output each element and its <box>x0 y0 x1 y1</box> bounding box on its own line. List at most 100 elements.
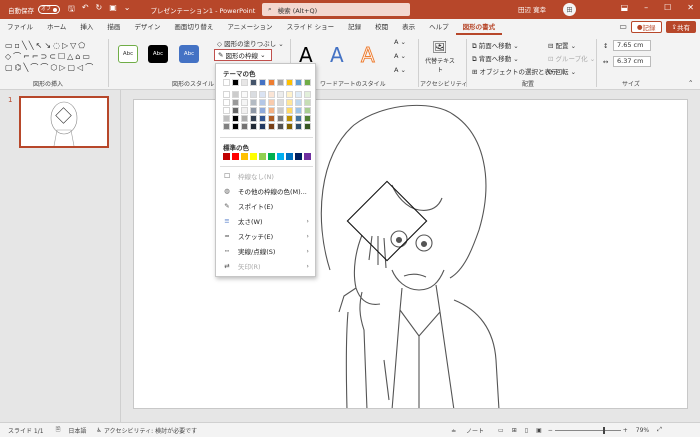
share-button[interactable]: ⇪ 共有 <box>665 21 696 33</box>
theme-color-swatch[interactable] <box>286 115 293 122</box>
theme-color-swatch[interactable] <box>232 99 239 106</box>
theme-color-swatch[interactable] <box>277 79 284 86</box>
slide-thumbnail[interactable] <box>19 96 109 148</box>
shape-outline-button[interactable]: ✎ 図形の枠線 ⌄ <box>214 49 272 61</box>
standard-color-swatch[interactable] <box>259 153 266 160</box>
theme-color-swatch[interactable] <box>259 79 266 86</box>
reading-view-icon[interactable]: ▯ <box>525 427 528 434</box>
width-input[interactable]: 6.37 cm <box>613 56 651 67</box>
zoom-in-icon[interactable]: + <box>623 427 628 434</box>
text-outline-icon[interactable]: A ⌄ <box>394 52 406 60</box>
theme-color-swatch[interactable] <box>250 79 257 86</box>
tab-design[interactable]: デザイン <box>127 19 167 35</box>
theme-color-swatch[interactable] <box>223 91 230 98</box>
normal-view-icon[interactable]: ▭ <box>498 427 504 434</box>
tab-insert[interactable]: 挿入 <box>73 19 100 35</box>
theme-color-swatch[interactable] <box>295 107 302 114</box>
theme-color-swatch[interactable] <box>223 123 230 130</box>
tab-help[interactable]: ヘルプ <box>422 19 456 35</box>
wordart-style-orange[interactable]: A <box>361 43 376 68</box>
ribbon-display-icon[interactable]: ⬓ <box>621 3 629 12</box>
theme-color-swatch[interactable] <box>241 115 248 122</box>
slideshow-view-icon[interactable]: ▣ <box>536 427 542 434</box>
minimize-icon[interactable]: – <box>644 3 648 12</box>
wordart-style-blue[interactable]: A <box>330 43 344 67</box>
theme-color-swatch[interactable] <box>295 123 302 130</box>
tab-home[interactable]: ホーム <box>40 19 73 35</box>
undo-icon[interactable]: ↶ <box>82 3 89 17</box>
theme-color-swatch[interactable] <box>250 99 257 106</box>
standard-color-swatch[interactable] <box>277 153 284 160</box>
theme-color-swatch[interactable] <box>268 115 275 122</box>
group-button[interactable]: ⊡ グループ化 ⌄ <box>548 53 595 63</box>
diamond-shape[interactable] <box>346 180 428 262</box>
rotate-button[interactable]: ⟳ 回転 ⌄ <box>548 66 576 76</box>
theme-color-swatch[interactable] <box>268 79 275 86</box>
text-fill-icon[interactable]: A ⌄ <box>394 38 406 46</box>
save-icon[interactable]: 🖫 <box>68 3 75 17</box>
shape-style-1[interactable]: Abc <box>118 45 138 63</box>
theme-color-swatch[interactable] <box>268 91 275 98</box>
theme-color-swatch[interactable] <box>268 107 275 114</box>
theme-color-swatch[interactable] <box>286 107 293 114</box>
accessibility-status[interactable]: アクセシビリティ: 検討が必要です <box>104 426 197 435</box>
spellcheck-icon[interactable]: 🗎 <box>56 425 61 435</box>
send-backward-button[interactable]: ⧉ 背面へ移動 ⌄ <box>472 53 519 64</box>
theme-color-swatch[interactable] <box>232 123 239 130</box>
more-colors-item[interactable]: ◍ その他の枠線の色(M)... <box>220 184 313 198</box>
zoom-out-icon[interactable]: − <box>548 427 553 434</box>
sorter-view-icon[interactable]: ⊞ <box>512 427 517 434</box>
theme-color-swatch[interactable] <box>250 115 257 122</box>
close-icon[interactable]: ✕ <box>687 3 694 12</box>
theme-color-swatch[interactable] <box>241 107 248 114</box>
tab-slideshow[interactable]: スライド ショー <box>280 19 342 35</box>
theme-color-swatch[interactable] <box>304 91 311 98</box>
maximize-icon[interactable]: ☐ <box>664 3 671 12</box>
theme-color-swatch[interactable] <box>232 115 239 122</box>
theme-color-swatch[interactable] <box>250 107 257 114</box>
standard-color-swatch[interactable] <box>250 153 257 160</box>
tab-record[interactable]: 記録 <box>341 19 368 35</box>
theme-color-swatch[interactable] <box>277 107 284 114</box>
theme-color-swatch[interactable] <box>304 79 311 86</box>
theme-color-swatch[interactable] <box>241 91 248 98</box>
theme-color-swatch[interactable] <box>259 107 266 114</box>
eyedropper-item[interactable]: ✎ スポイト(E) <box>220 199 313 213</box>
tab-animations[interactable]: アニメーション <box>220 19 279 35</box>
theme-color-swatch[interactable] <box>232 79 239 86</box>
notes-button[interactable]: ≐ ノート <box>451 426 484 435</box>
theme-color-swatch[interactable] <box>259 91 266 98</box>
tab-view[interactable]: 表示 <box>395 19 422 35</box>
avatar[interactable]: 田 <box>563 3 576 16</box>
theme-color-swatch[interactable] <box>286 99 293 106</box>
theme-color-swatch[interactable] <box>277 91 284 98</box>
user-name[interactable]: 田辺 寛幸 <box>518 4 546 14</box>
theme-color-swatch[interactable] <box>259 115 266 122</box>
zoom-slider[interactable] <box>554 426 621 434</box>
zoom-level[interactable]: 79% <box>636 427 649 434</box>
language-indicator[interactable]: 日本語 <box>68 426 86 435</box>
tab-file[interactable]: ファイル <box>0 19 40 35</box>
standard-color-swatch[interactable] <box>223 153 230 160</box>
shape-style-3[interactable]: Abc <box>179 45 199 63</box>
theme-color-swatch[interactable] <box>304 107 311 114</box>
record-button[interactable]: ● 記録 <box>630 21 662 33</box>
theme-color-swatch[interactable] <box>304 115 311 122</box>
theme-color-swatch[interactable] <box>223 99 230 106</box>
theme-color-swatch[interactable] <box>277 99 284 106</box>
theme-color-swatch[interactable] <box>223 115 230 122</box>
theme-color-swatch[interactable] <box>286 91 293 98</box>
standard-color-swatch[interactable] <box>295 153 302 160</box>
shape-fill-button[interactable]: ◇ 図形の塗りつぶし ⌄ <box>217 38 284 48</box>
accessibility-icon[interactable]: ♿ <box>96 427 101 434</box>
theme-color-swatch[interactable] <box>277 123 284 130</box>
theme-color-swatch[interactable] <box>277 115 284 122</box>
align-button[interactable]: ⊟ 配置 ⌄ <box>548 40 576 50</box>
theme-color-swatch[interactable] <box>223 107 230 114</box>
weight-item[interactable]: ≡ 太さ(W) › <box>220 214 313 228</box>
theme-color-swatch[interactable] <box>304 99 311 106</box>
sketch-item[interactable]: ≈ スケッチ(E) › <box>220 229 313 243</box>
comment-icon[interactable]: ▭ <box>619 22 627 33</box>
theme-color-swatch[interactable] <box>259 123 266 130</box>
text-effects-icon[interactable]: A ⌄ <box>394 66 406 74</box>
